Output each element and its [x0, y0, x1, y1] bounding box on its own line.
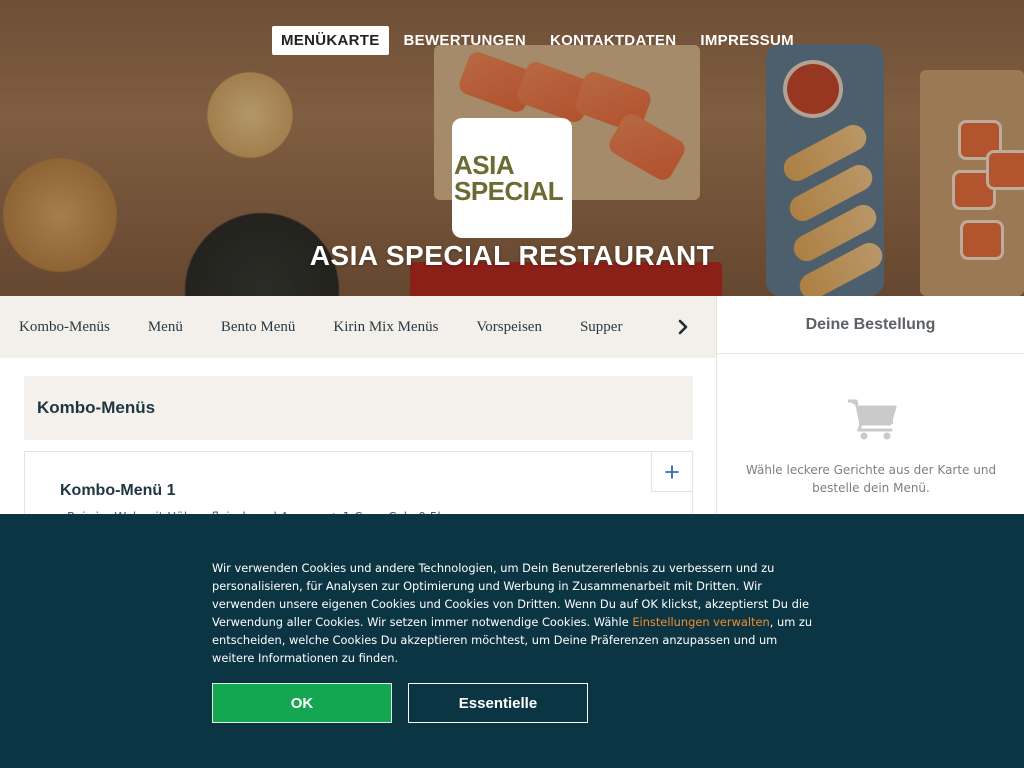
category-vorspeisen[interactable]: Vorspeisen: [476, 319, 542, 336]
chevron-right-icon: [678, 319, 688, 335]
nav-menukarte[interactable]: MENÜKARTE: [272, 26, 389, 55]
section-title: Kombo-Menüs: [37, 398, 156, 417]
section-header: Kombo-Menüs: [24, 376, 693, 440]
cart-icon: [848, 399, 897, 440]
category-kombo-menus[interactable]: Kombo-Menüs: [19, 319, 110, 336]
cookie-ok-button[interactable]: OK: [212, 683, 392, 723]
category-menu[interactable]: Menü: [148, 319, 183, 336]
cookie-text: Wir verwenden Cookies und andere Technol…: [212, 559, 818, 667]
category-scroll-right-button[interactable]: [656, 296, 716, 358]
cookie-banner: Wir verwenden Cookies und andere Technol…: [0, 514, 1024, 768]
logo-line-2: SPECIAL: [454, 176, 564, 206]
nav-kontaktdaten[interactable]: KONTAKTDATEN: [541, 26, 685, 55]
manage-settings-link[interactable]: Einstellungen verwalten: [632, 615, 769, 629]
category-kirin-mix-menus[interactable]: Kirin Mix Menüs: [333, 319, 438, 336]
top-navigation: MENÜKARTE BEWERTUNGEN KONTAKTDATEN IMPRE…: [272, 26, 809, 55]
nav-bewertungen[interactable]: BEWERTUNGEN: [395, 26, 535, 55]
category-bento-menu[interactable]: Bento Menü: [221, 319, 296, 336]
restaurant-logo: ASIA SPECIAL: [452, 118, 572, 238]
category-supper[interactable]: Supper: [580, 319, 623, 336]
nav-impressum[interactable]: IMPRESSUM: [691, 26, 803, 55]
add-to-order-button[interactable]: [651, 452, 692, 492]
empty-order-text: Wähle leckere Gerichte aus der Karte und…: [745, 463, 997, 495]
logo-line-1: ASIA: [454, 150, 515, 180]
plus-icon: [665, 464, 679, 479]
restaurant-name: ASIA SPECIAL RESTAURANT: [309, 240, 715, 271]
cookie-essential-button[interactable]: Essentielle: [408, 683, 588, 723]
product-name: Kombo-Menü 1: [60, 482, 176, 499]
category-bar: Kombo-Menüs Menü Bento Menü Kirin Mix Me…: [0, 296, 716, 358]
order-title: Deine Bestellung: [717, 296, 1024, 354]
